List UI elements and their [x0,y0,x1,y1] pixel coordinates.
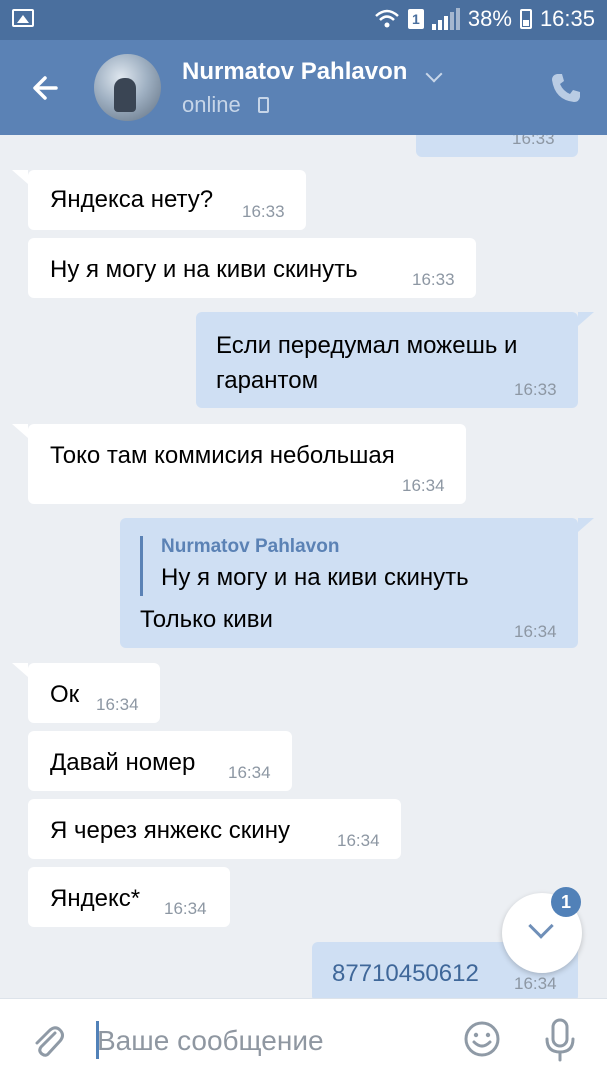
message-time: 16:33 [514,380,557,399]
wifi-icon [375,9,399,28]
battery-icon [519,9,532,29]
message-bubble-incoming[interactable]: Ну я могу и на киви скинуть 16:33 [28,238,476,298]
message-bubble-outgoing[interactable]: Если передумал можешь и гарантом 16:33 [196,312,578,408]
message-bubble-outgoing-reply[interactable]: Nurmatov Pahlavon Ну я могу и на киви ск… [120,518,578,648]
mobile-phone-icon [258,97,269,113]
message-bubble-incoming[interactable]: Ок 16:34 [28,663,160,723]
chevron-down-icon[interactable] [425,65,443,83]
contact-status: online [182,92,241,117]
unread-badge: 1 [551,887,581,917]
message-time: 16:34 [402,476,445,495]
battery-percent: 38% [467,6,512,31]
message-time: 16:34 [337,831,380,850]
message-bubble-incoming[interactable]: Яндекс* 16:34 [28,867,230,927]
sim-badge: 1 [407,9,424,29]
bubble-tail [12,424,28,438]
emoji-icon[interactable] [462,1019,502,1059]
status-bar-right: 1 38% 16:35 [374,6,595,32]
message-input[interactable] [97,1023,437,1059]
message-time: 16:33 [412,270,455,289]
message-bubble-incoming[interactable]: Я через янжекс скину 16:34 [28,799,401,859]
message-time: 16:33 [512,135,555,148]
message-bubble-outgoing[interactable]: 16:33 [416,135,578,157]
microphone-icon[interactable] [540,1017,580,1063]
quote-author: Nurmatov Pahlavon [161,536,340,557]
message-text: Ну я могу и на киви скинуть [50,256,358,283]
image-icon [12,9,34,27]
message-time: 16:34 [514,622,557,641]
message-text-line: гарантом [216,367,319,394]
reply-quote[interactable]: Nurmatov Pahlavon Ну я могу и на киви ск… [140,536,560,596]
message-time: 16:34 [514,974,557,993]
bubble-tail [12,663,28,677]
quote-text: Ну я могу и на киви скинуть [161,564,469,591]
message-text-line: Если передумал можешь и [216,332,518,359]
message-bubble-incoming[interactable]: Яндекса нету? 16:33 [28,170,306,230]
message-text: Я через янжекс скину [50,817,290,844]
bubble-tail [578,312,594,326]
message-bubble-incoming[interactable]: Давай номер 16:34 [28,731,292,791]
message-text: 87710450612 [332,960,479,987]
clock: 16:35 [539,6,595,31]
paperclip-icon[interactable] [28,1021,68,1061]
chat-header: Nurmatov Pahlavon online [0,40,607,135]
message-bubble-incoming[interactable]: Токо там коммисия небольшая 16:34 [28,424,466,504]
message-text: Токо там коммисия небольшая [50,442,395,469]
bubble-tail [578,518,594,532]
contact-name[interactable]: Nurmatov Pahlavon [182,58,407,86]
message-text: Яндекс* [50,885,141,912]
message-time: 16:34 [164,899,207,918]
message-composer [0,998,607,1080]
chevron-down-icon [528,913,554,939]
message-text: Яндекса нету? [50,186,214,213]
message-text: Только киви [140,606,273,633]
status-bar: 1 38% 16:35 [0,0,607,40]
message-time: 16:34 [228,763,271,782]
message-time: 16:34 [96,695,139,714]
bubble-tail [12,170,28,184]
phone-call-icon[interactable] [548,70,584,106]
avatar[interactable] [94,54,161,121]
back-arrow-icon[interactable] [26,68,66,108]
message-text: Ок [50,681,80,708]
message-text: Давай номер [50,749,196,776]
signal-icon [431,8,460,30]
message-time: 16:33 [242,202,285,221]
